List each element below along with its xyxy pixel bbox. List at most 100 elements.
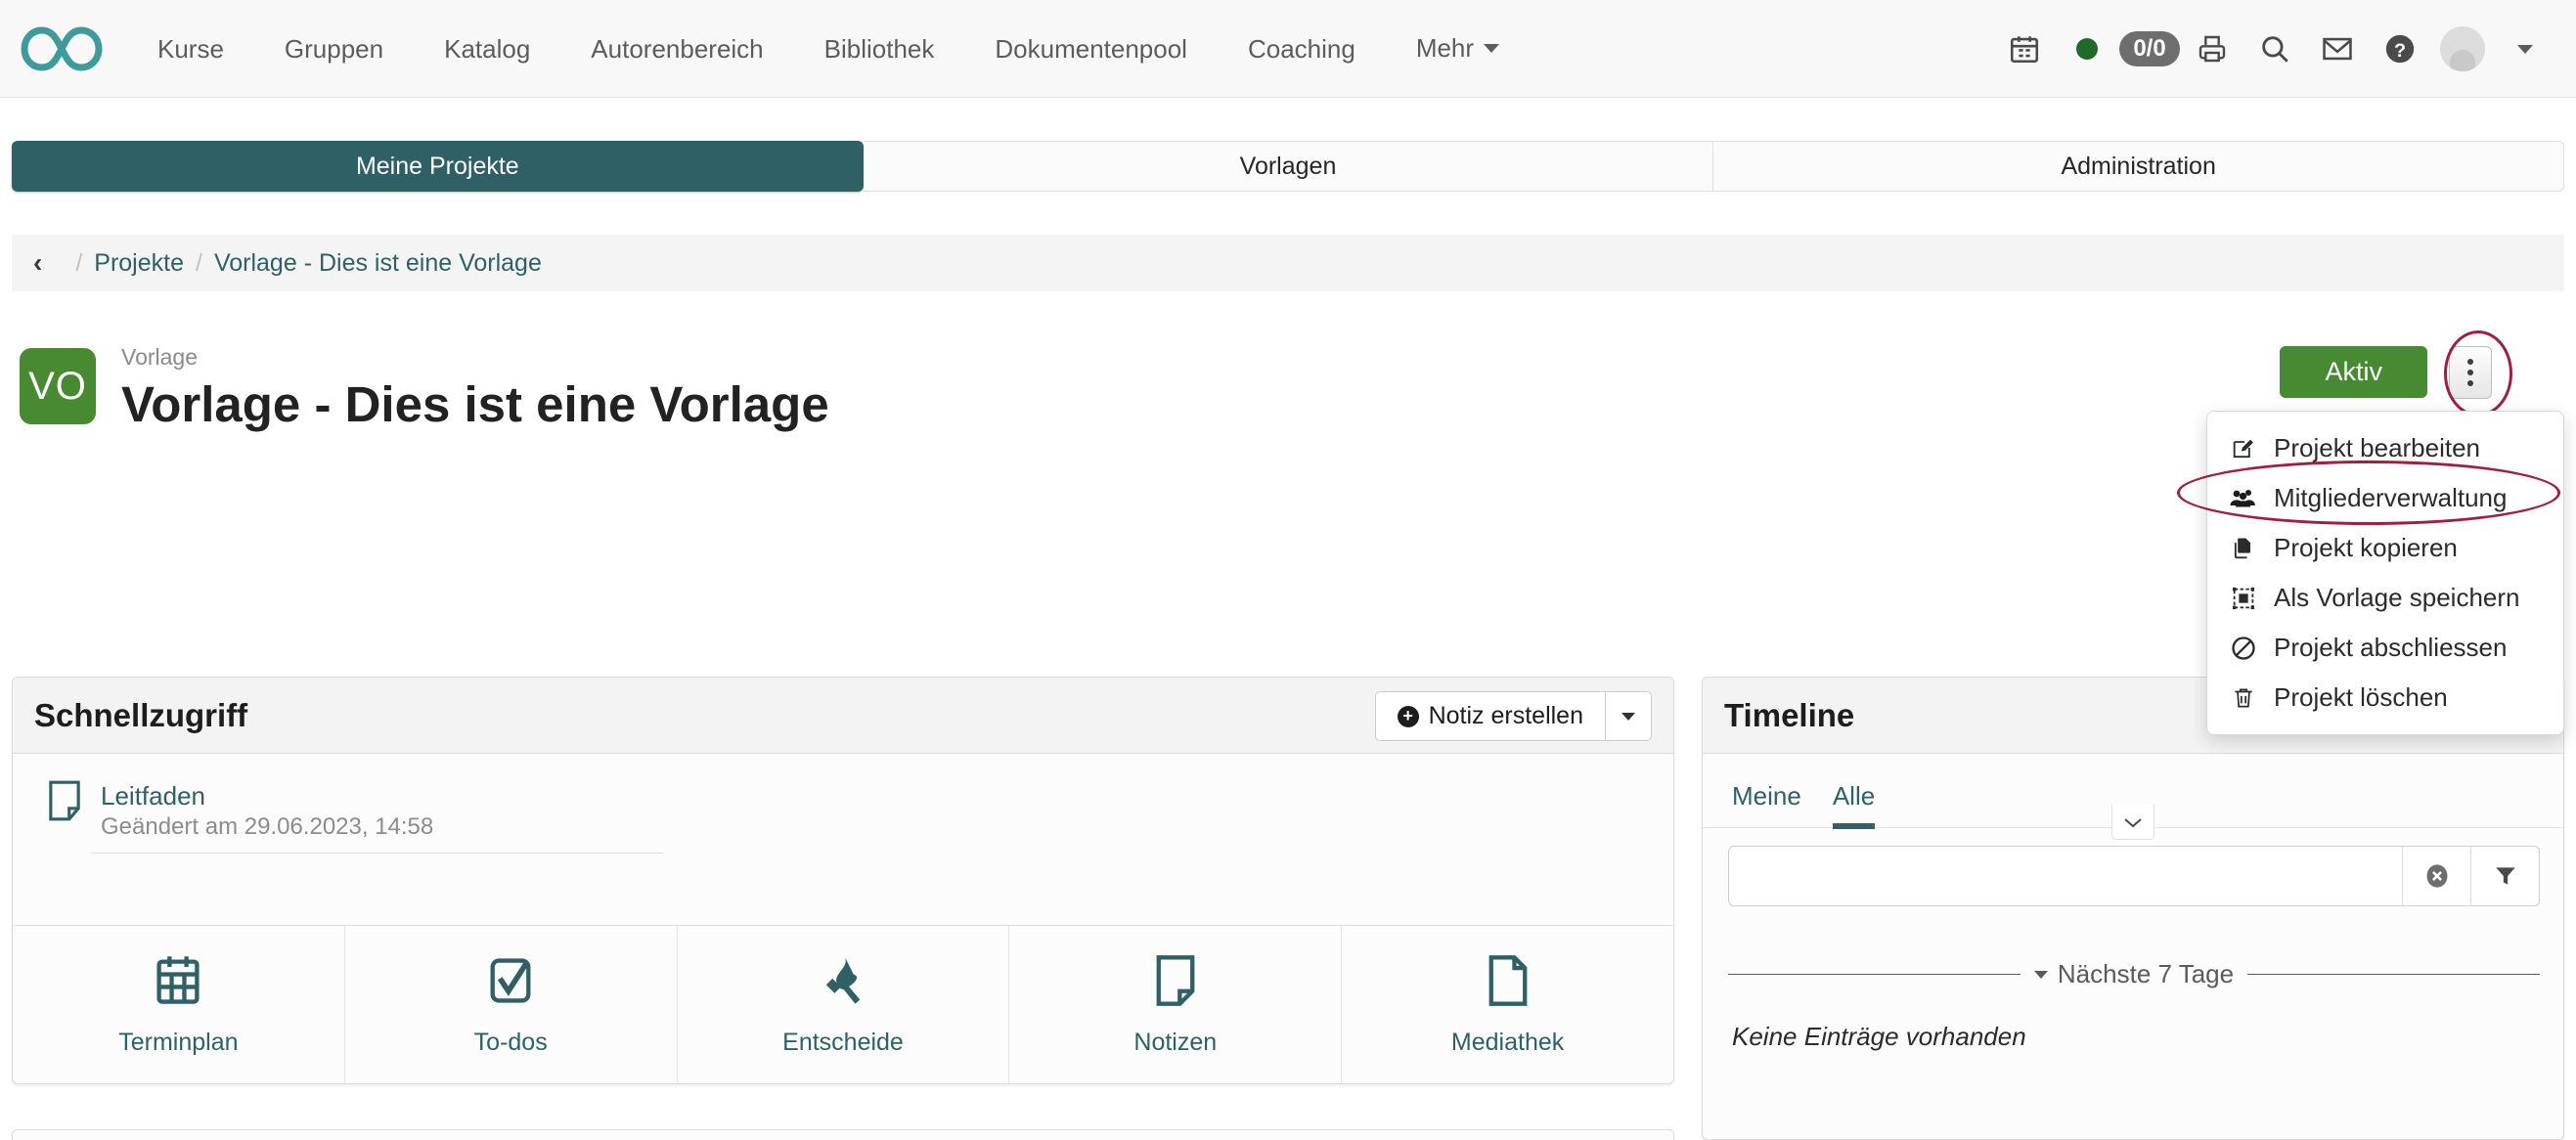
project-actions-menu: Projekt bearbeiten Mitgliederverwaltung xyxy=(2206,411,2564,735)
create-note-dropdown-toggle[interactable] xyxy=(1605,691,1652,741)
tab-administration[interactable]: Administration xyxy=(1713,141,2564,192)
breadcrumb-back-icon[interactable]: ‹ xyxy=(33,247,42,279)
breadcrumb-item-current[interactable]: Vorlage - Dies ist eine Vorlage xyxy=(214,249,542,278)
tab-vorlagen-label: Vorlagen xyxy=(1240,153,1337,181)
create-note-button[interactable]: + Notiz erstellen xyxy=(1375,691,1605,741)
tile-terminplan[interactable]: Terminplan xyxy=(13,926,345,1083)
section-tabs: Meine Projekte Vorlagen Administration xyxy=(12,141,2564,192)
block-icon xyxy=(2229,634,2258,663)
create-note-split-button: + Notiz erstellen xyxy=(1375,691,1652,741)
timeline-collapse-toggle[interactable] xyxy=(2111,805,2154,840)
svg-text:?: ? xyxy=(2394,40,2406,62)
infinity-logo[interactable] xyxy=(18,19,106,79)
tab-meine-label: Meine xyxy=(1732,781,1801,811)
status-dot-icon[interactable] xyxy=(2056,0,2118,98)
edit-icon xyxy=(2229,434,2258,463)
divider-line-right xyxy=(2247,974,2540,975)
timeline-title: Timeline xyxy=(1724,697,1854,734)
tile-label: Terminplan xyxy=(118,1029,238,1057)
timeline-section-toggle[interactable]: Nächste 7 Tage xyxy=(2034,959,2234,989)
search-input[interactable] xyxy=(1729,847,2402,905)
counter-badge[interactable]: 0/0 xyxy=(2118,0,2181,98)
tile-label: Notizen xyxy=(1133,1029,1217,1057)
quick-access-tiles: Terminplan To-dos Entsch xyxy=(13,925,1673,1083)
menu-item-projekt-loeschen[interactable]: Projekt löschen xyxy=(2207,673,2563,723)
project-kicker: Vorlage xyxy=(121,344,198,371)
tab-meine-projekte[interactable]: Meine Projekte xyxy=(12,141,864,192)
bottom-panel xyxy=(12,1129,1674,1140)
menu-item-label: Projekt kopieren xyxy=(2274,533,2458,563)
menu-item-projekt-kopieren[interactable]: Projekt kopieren xyxy=(2207,523,2563,573)
divider-line-left xyxy=(1728,974,2021,975)
top-navigation-bar: Kurse Gruppen Katalog Autorenbereich Bib… xyxy=(0,0,2576,98)
tile-to-dos[interactable]: To-dos xyxy=(345,926,678,1083)
breadcrumb: ‹ / Projekte / Vorlage - Dies ist eine V… xyxy=(12,235,2564,291)
users-icon xyxy=(2229,484,2258,513)
counter-badge-label: 0/0 xyxy=(2119,31,2179,66)
breadcrumb-separator-2: / xyxy=(196,249,202,278)
menu-item-label: Projekt bearbeiten xyxy=(2274,433,2480,463)
nav-item-bibliothek[interactable]: Bibliothek xyxy=(794,0,965,98)
quick-access-document-list: Leitfaden Geändert am 29.06.2023, 14:58 xyxy=(13,754,1673,854)
page-title: Vorlage - Dies ist eine Vorlage xyxy=(121,375,829,433)
project-avatar: VO xyxy=(20,348,96,424)
timeline-section-label: Nächste 7 Tage xyxy=(2058,959,2234,989)
tab-meine-projekte-label: Meine Projekte xyxy=(356,153,519,181)
tile-label: To-dos xyxy=(474,1029,548,1057)
chevron-down-icon xyxy=(1484,44,1499,53)
tile-notizen[interactable]: Notizen xyxy=(1009,926,1342,1083)
nav-item-dokumentenpool[interactable]: Dokumentenpool xyxy=(964,0,1218,98)
status-badge-button[interactable]: Aktiv xyxy=(2280,346,2427,398)
timeline-search-bar xyxy=(1728,846,2540,906)
tile-label: Mediathek xyxy=(1451,1029,1564,1057)
search-icon[interactable] xyxy=(2243,0,2306,98)
chevron-down-icon xyxy=(1621,713,1635,721)
tab-vorlagen[interactable]: Vorlagen xyxy=(864,141,1714,192)
document-name[interactable]: Leitfaden xyxy=(101,781,433,811)
create-note-label: Notiz erstellen xyxy=(1429,702,1583,730)
mail-icon[interactable] xyxy=(2306,0,2369,98)
tab-meine[interactable]: Meine xyxy=(1732,781,1817,827)
menu-item-projekt-abschliessen[interactable]: Projekt abschliessen xyxy=(2207,623,2563,673)
quick-access-panel: Schnellzugriff + Notiz erstellen xyxy=(12,677,1674,1084)
user-menu-chevron-down-icon[interactable] xyxy=(2494,0,2556,98)
nav-item-autorenbereich[interactable]: Autorenbereich xyxy=(560,0,793,98)
calendar-icon[interactable] xyxy=(1993,0,2056,98)
print-icon[interactable] xyxy=(2181,0,2243,98)
plus-icon: + xyxy=(1398,706,1419,727)
breadcrumb-item-projekte[interactable]: Projekte xyxy=(94,249,184,278)
tile-label: Entscheide xyxy=(782,1029,904,1057)
tile-entscheide[interactable]: Entscheide xyxy=(678,926,1010,1083)
breadcrumb-separator: / xyxy=(75,249,82,278)
app-root: Kurse Gruppen Katalog Autorenbereich Bib… xyxy=(0,0,2576,1140)
menu-item-mitgliederverwaltung[interactable]: Mitgliederverwaltung xyxy=(2207,473,2563,523)
nav-item-gruppen[interactable]: Gruppen xyxy=(254,0,414,98)
avatar[interactable] xyxy=(2431,0,2494,98)
project-header: VO Vorlage Vorlage - Dies ist eine Vorla… xyxy=(12,344,2564,471)
filter-button[interactable] xyxy=(2470,847,2539,905)
menu-item-label: Als Vorlage speichern xyxy=(2274,583,2519,613)
trash-icon xyxy=(2229,683,2258,713)
help-icon[interactable]: ? xyxy=(2369,0,2431,98)
nav-item-coaching[interactable]: Coaching xyxy=(1218,0,1386,98)
tab-alle-label: Alle xyxy=(1833,781,1875,811)
top-nav-actions: 0/0 ? xyxy=(1993,0,2556,98)
tile-mediathek[interactable]: Mediathek xyxy=(1342,926,1673,1083)
menu-item-label: Projekt abschliessen xyxy=(2274,633,2507,663)
checkbox-icon xyxy=(484,953,537,1013)
template-icon xyxy=(2229,584,2258,613)
chevron-down-icon xyxy=(2034,971,2048,979)
nav-item-katalog[interactable]: Katalog xyxy=(414,0,560,98)
list-item[interactable]: Leitfaden Geändert am 29.06.2023, 14:58 xyxy=(46,779,731,841)
menu-item-als-vorlage-speichern[interactable]: Als Vorlage speichern xyxy=(2207,573,2563,623)
tab-alle[interactable]: Alle xyxy=(1817,781,1890,827)
quick-access-header: Schnellzugriff + Notiz erstellen xyxy=(13,678,1673,754)
quick-access-title: Schnellzugriff xyxy=(34,697,247,734)
kebab-menu-button[interactable] xyxy=(2449,346,2492,399)
menu-item-projekt-bearbeiten[interactable]: Projekt bearbeiten xyxy=(2207,423,2563,473)
note-icon xyxy=(1152,953,1199,1013)
nav-item-mehr[interactable]: Mehr xyxy=(1386,33,1530,64)
gavel-icon xyxy=(817,953,869,1013)
nav-item-kurse[interactable]: Kurse xyxy=(127,0,254,98)
clear-search-button[interactable] xyxy=(2402,847,2470,905)
